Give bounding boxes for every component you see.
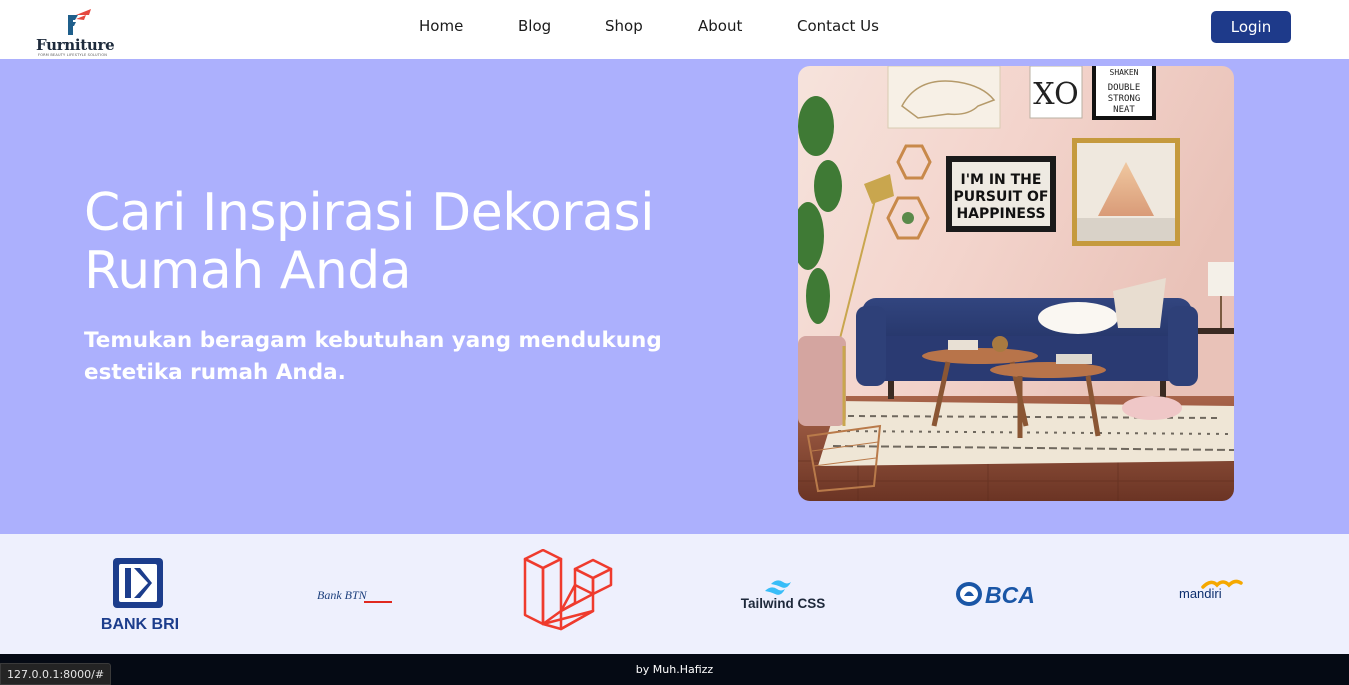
login-button[interactable]: Login (1211, 11, 1291, 43)
svg-text:I'M IN THE: I'M IN THE (961, 172, 1042, 188)
svg-text:XO: XO (1033, 77, 1078, 112)
svg-text:Tailwind CSS: Tailwind CSS (741, 596, 826, 611)
partner-mandiri: mandiri (1177, 578, 1245, 602)
partner-laravel (523, 548, 613, 639)
svg-text:PURSUIT OF: PURSUIT OF (954, 189, 1049, 205)
nav-about[interactable]: About (698, 17, 742, 35)
hero-title: Cari Inspirasi Dekorasi Rumah Anda (84, 183, 655, 301)
svg-text:DOUBLE: DOUBLE (1108, 83, 1141, 93)
tailwind-logo-icon: Tailwind CSS (741, 580, 826, 611)
btn-logo-icon: Bank BTN (317, 588, 392, 603)
footer-credit: by Muh.Hafizz (635, 663, 714, 676)
partner-btn: Bank BTN (316, 586, 396, 606)
svg-text:BANK BRI: BANK BRI (101, 616, 179, 633)
svg-text:NEAT: NEAT (1113, 105, 1135, 115)
partner-bca: BCA (955, 579, 1039, 609)
nav-shop[interactable]: Shop (605, 17, 643, 35)
brand-tagline: FORM BEAUTY LIFESTYLE SOLUTION (38, 53, 108, 57)
living-room-illustration: XO SHAKEN DOUBLE STRONG NEAT I'M IN THE … (798, 66, 1234, 501)
nav-home[interactable]: Home (419, 17, 463, 35)
svg-text:Bank BTN: Bank BTN (317, 588, 368, 602)
mandiri-logo-icon: mandiri (1179, 579, 1243, 601)
svg-text:BCA: BCA (985, 582, 1035, 608)
svg-text:SHAKEN: SHAKEN (1110, 68, 1139, 77)
svg-text:HAPPINESS: HAPPINESS (956, 206, 1045, 222)
browser-status-url: 127.0.0.1:8000/# (0, 663, 112, 685)
nav-contact-us[interactable]: Contact Us (797, 17, 879, 35)
bca-logo-icon: BCA (956, 582, 1035, 608)
partner-bri: BANK BRI (96, 557, 186, 633)
hero-section: Cari Inspirasi Dekorasi Rumah Anda Temuk… (0, 59, 1349, 534)
partners-strip: BANK BRI Bank BTN Tailwind CSS BCA mandi… (0, 534, 1349, 654)
nav-blog[interactable]: Blog (518, 17, 551, 35)
partner-tailwind: Tailwind CSS (737, 578, 829, 614)
hero-room-image: XO SHAKEN DOUBLE STRONG NEAT I'M IN THE … (798, 66, 1234, 501)
svg-text:STRONG: STRONG (1108, 94, 1141, 104)
laravel-logo-icon (523, 548, 613, 631)
svg-text:mandiri: mandiri (1179, 586, 1222, 601)
navbar: Furniture FORM BEAUTY LIFESTYLE SOLUTION… (0, 0, 1349, 59)
main-nav: Home Blog Shop About Contact Us (0, 17, 1349, 39)
footer: by Muh.Hafizz (0, 654, 1349, 685)
bri-logo-icon: BANK BRI (101, 558, 179, 633)
hero-subtitle: Temukan beragam kebutuhan yang mendukung… (84, 328, 662, 385)
